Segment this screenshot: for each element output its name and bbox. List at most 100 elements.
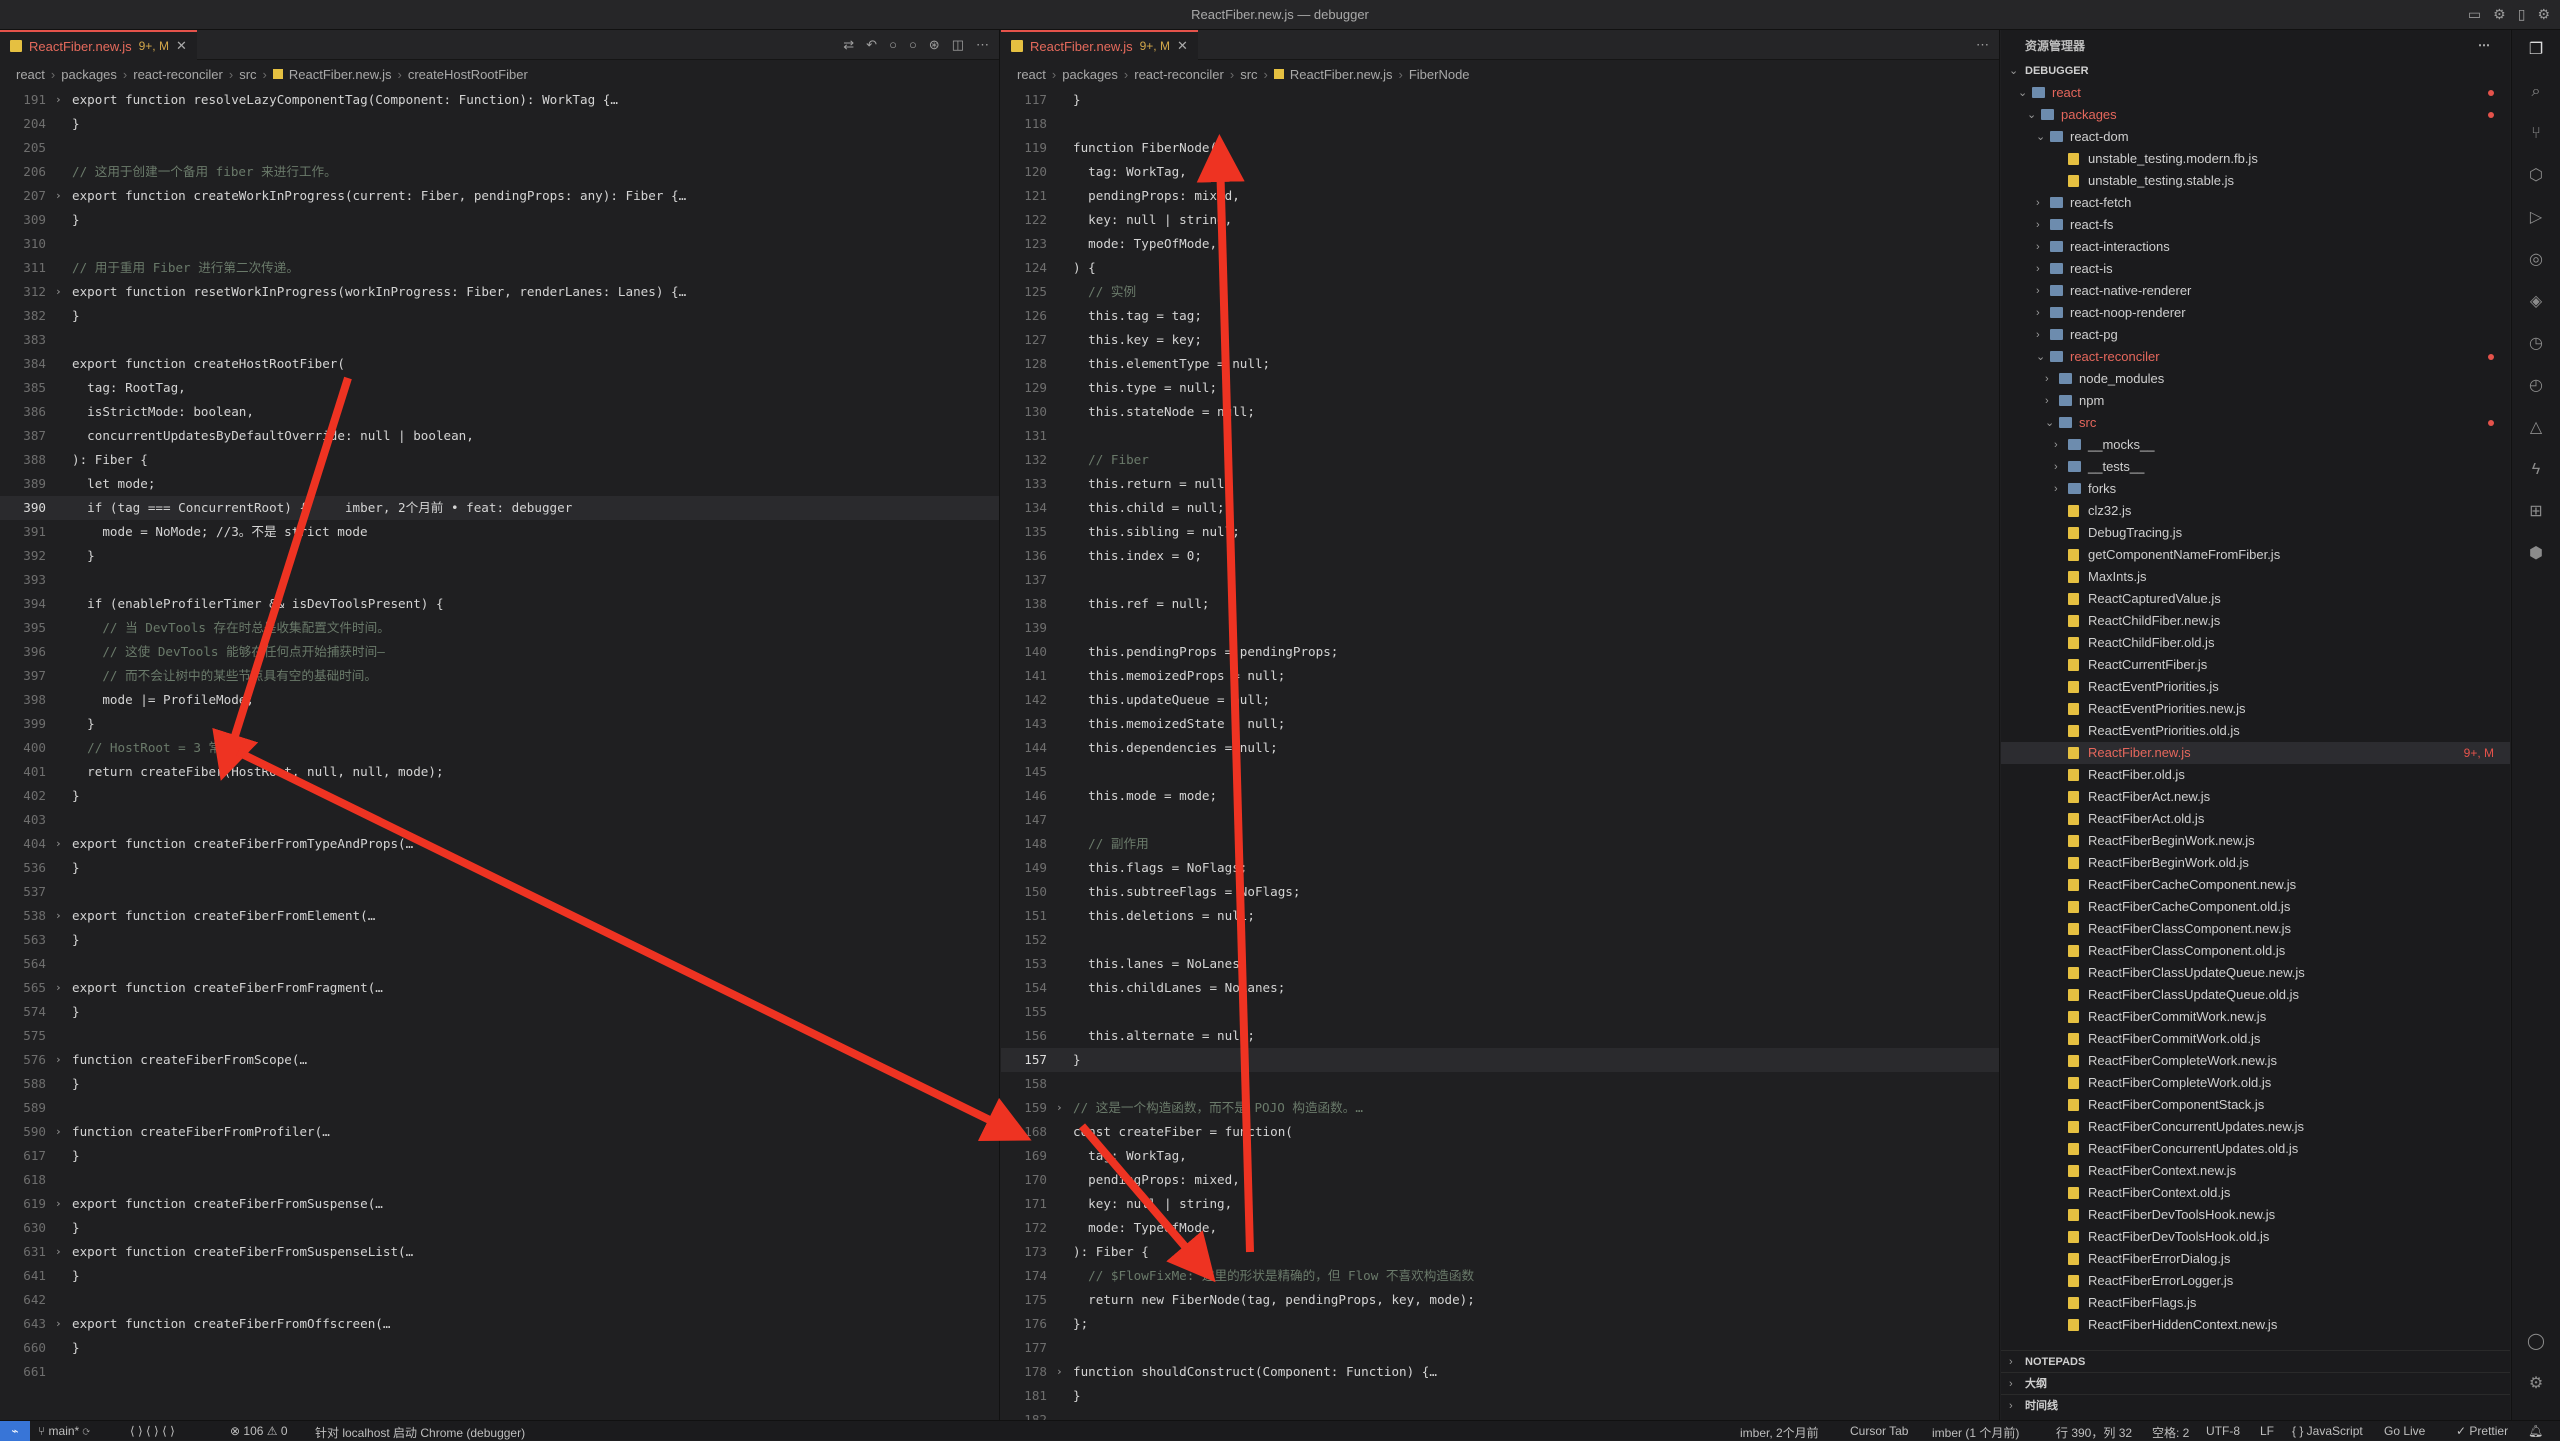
tree-file[interactable]: clz32.js <box>2001 500 2510 522</box>
cursor-tab-status[interactable]: Cursor Tab <box>1850 1424 1908 1438</box>
code-line[interactable]: 660} <box>0 1336 999 1360</box>
code-line[interactable]: 175 return new FiberNode(tag, pendingPro… <box>1001 1288 1999 1312</box>
breadcrumb-item[interactable]: src <box>1240 67 1257 82</box>
toggle-panel-icon[interactable]: ▭ <box>2468 6 2481 23</box>
breadcrumb-item[interactable]: react <box>16 67 45 82</box>
code-line[interactable]: 127 this.key = key; <box>1001 328 1999 352</box>
prev-change-icon[interactable]: ○ <box>889 37 897 53</box>
tree-file[interactable]: ReactFiberAct.old.js <box>2001 808 2510 830</box>
tree-folder[interactable]: ⌄ react-reconciler <box>2001 346 2510 368</box>
branch-status[interactable]: ⑂ main* ⟳ <box>38 1424 90 1438</box>
code-line[interactable]: 171 key: null | string, <box>1001 1192 1999 1216</box>
code-line[interactable]: 537 <box>0 880 999 904</box>
search-icon[interactable]: ⌕ <box>2526 82 2546 102</box>
fold-chevron-icon[interactable]: › <box>55 1192 62 1216</box>
position-status[interactable]: 行 390，列 32 <box>2056 1424 2132 1441</box>
tree-file[interactable]: ReactFiberConcurrentUpdates.new.js <box>2001 1116 2510 1138</box>
history-icon[interactable]: ◷ <box>2526 334 2546 354</box>
code-line[interactable]: 128 this.elementType = null; <box>1001 352 1999 376</box>
code-line[interactable]: 178 › function shouldConstruct(Component: … <box>1001 1360 1999 1384</box>
lightning-icon[interactable]: ϟ <box>2526 460 2546 480</box>
nav-arrows[interactable]: ⟨ ⟩ ⟨ ⟩ ⟨ ⟩ <box>130 1424 175 1438</box>
code-line[interactable]: 123 mode: TypeOfMode, <box>1001 232 1999 256</box>
tree-folder[interactable]: › react-interactions <box>2001 236 2510 258</box>
tree-file[interactable]: ReactFiberBeginWork.new.js <box>2001 830 2510 852</box>
tree-folder[interactable]: › __mocks__ <box>2001 434 2510 456</box>
code-line[interactable]: 383 <box>0 328 999 352</box>
code-line[interactable]: 177 <box>1001 1336 1999 1360</box>
code-line[interactable]: 144 this.dependencies = null; <box>1001 736 1999 760</box>
code-line[interactable]: 631 › export function createFiberFromSuspe… <box>0 1240 999 1264</box>
files-icon[interactable]: ❐ <box>2526 40 2546 60</box>
database-icon[interactable]: ◎ <box>2526 250 2546 270</box>
collapsed-section[interactable]: › 时间线 <box>2001 1394 2510 1416</box>
tree-file[interactable]: ReactFiberComponentStack.js <box>2001 1094 2510 1116</box>
tree-file[interactable]: getComponentNameFromFiber.js <box>2001 544 2510 566</box>
tree-folder[interactable]: › node_modules <box>2001 368 2510 390</box>
fold-chevron-icon[interactable]: › <box>55 1312 62 1336</box>
tree-file[interactable]: ReactFiberClassComponent.new.js <box>2001 918 2510 940</box>
code-line[interactable]: 145 <box>1001 760 1999 784</box>
tree-file[interactable]: ReactFiberClassUpdateQueue.old.js <box>2001 984 2510 1006</box>
code-line[interactable]: 141 this.memoizedProps = null; <box>1001 664 1999 688</box>
tree-file[interactable]: ReactFiberCommitWork.new.js <box>2001 1006 2510 1028</box>
tree-folder[interactable]: ⌄ src <box>2001 412 2510 434</box>
code-line[interactable]: 642 <box>0 1288 999 1312</box>
tree-file[interactable]: ReactChildFiber.new.js <box>2001 610 2510 632</box>
code-line[interactable]: 396 // 这使 DevTools 能够在任何点开始捕获时间— <box>0 640 999 664</box>
code-line[interactable]: 404 › export function createFiberFromTypeA… <box>0 832 999 856</box>
code-line[interactable]: 385 tag: RootTag, <box>0 376 999 400</box>
code-line[interactable]: 630} <box>0 1216 999 1240</box>
fold-chevron-icon[interactable]: › <box>55 1120 62 1144</box>
code-line[interactable]: 395 // 当 DevTools 存在时总是收集配置文件时间。 <box>0 616 999 640</box>
code-line[interactable]: 390 if (tag === ConcurrentRoot) { imber,… <box>0 496 999 520</box>
code-line[interactable]: 403 <box>0 808 999 832</box>
code-line[interactable]: 181} <box>1001 1384 1999 1408</box>
code-line[interactable]: 312 › export function resetWorkInProgress(… <box>0 280 999 304</box>
right-editor-tab[interactable]: ReactFiber.new.js 9+, M ✕ <box>1001 30 1198 60</box>
tree-file[interactable]: ReactCurrentFiber.js <box>2001 654 2510 676</box>
code-line[interactable]: 146 this.mode = mode; <box>1001 784 1999 808</box>
tree-file[interactable]: ReactFiberErrorLogger.js <box>2001 1270 2510 1292</box>
code-line[interactable]: 132 // Fiber <box>1001 448 1999 472</box>
code-line[interactable]: 149 this.flags = NoFlags; <box>1001 856 1999 880</box>
problems-status[interactable]: ⊗ 106 ⚠ 0 <box>230 1424 288 1438</box>
code-line[interactable]: 170 pendingProps: mixed, <box>1001 1168 1999 1192</box>
code-line[interactable]: 169 tag: WorkTag, <box>1001 1144 1999 1168</box>
tree-file[interactable]: unstable_testing.stable.js <box>2001 170 2510 192</box>
code-line[interactable]: 119 function FiberNode( <box>1001 136 1999 160</box>
code-line[interactable]: 401 return createFiber(HostRoot, null, n… <box>0 760 999 784</box>
code-line[interactable]: 117} <box>1001 88 1999 112</box>
tree-file[interactable]: ReactEventPriorities.new.js <box>2001 698 2510 720</box>
code-line[interactable]: 129 this.type = null; <box>1001 376 1999 400</box>
breadcrumb-item[interactable]: ReactFiber.new.js <box>289 67 392 82</box>
tree-file[interactable]: DebugTracing.js <box>2001 522 2510 544</box>
code-line[interactable]: 387 concurrentUpdatesByDefaultOverride: … <box>0 424 999 448</box>
fold-chevron-icon[interactable]: › <box>55 1240 62 1264</box>
code-line[interactable]: 150 this.subtreeFlags = NoFlags; <box>1001 880 1999 904</box>
fold-chevron-icon[interactable]: › <box>1056 1096 1063 1120</box>
code-line[interactable]: 590 › function createFiberFromProfiler(… <box>0 1120 999 1144</box>
tree-folder[interactable]: › __tests__ <box>2001 456 2510 478</box>
code-line[interactable]: 153 this.lanes = NoLanes; <box>1001 952 1999 976</box>
left-editor-tab[interactable]: ReactFiber.new.js 9+, M ✕ <box>0 30 197 60</box>
tree-file[interactable]: ReactFiberHiddenContext.new.js <box>2001 1314 2510 1336</box>
close-icon[interactable]: ✕ <box>176 38 187 54</box>
code-line[interactable]: 168 const createFiber = function( <box>1001 1120 1999 1144</box>
spaces-status[interactable]: 空格: 2 <box>2152 1424 2189 1441</box>
tree-file[interactable]: ReactFiberFlags.js <box>2001 1292 2510 1314</box>
tree-file[interactable]: ReactFiberDevToolsHook.old.js <box>2001 1226 2510 1248</box>
debug-icon[interactable]: ⊛ <box>929 37 940 53</box>
code-line[interactable]: 589 <box>0 1096 999 1120</box>
code-line[interactable]: 392 } <box>0 544 999 568</box>
tree-file[interactable]: ReactChildFiber.old.js <box>2001 632 2510 654</box>
code-line[interactable]: 565 › export function createFiberFromFragm… <box>0 976 999 1000</box>
bell-icon[interactable]: 🔔︎ <box>2528 1424 2543 1438</box>
fold-chevron-icon[interactable]: › <box>55 832 62 856</box>
breadcrumb-item[interactable]: packages <box>1062 67 1118 82</box>
fold-chevron-icon[interactable]: › <box>55 1048 62 1072</box>
tree-folder[interactable]: › react-noop-renderer <box>2001 302 2510 324</box>
code-line[interactable]: 154 this.childLanes = NoLanes; <box>1001 976 1999 1000</box>
code-line[interactable]: 207 › export function createWorkInProgress… <box>0 184 999 208</box>
collapsed-section[interactable]: › NOTEPADS <box>2001 1350 2510 1372</box>
